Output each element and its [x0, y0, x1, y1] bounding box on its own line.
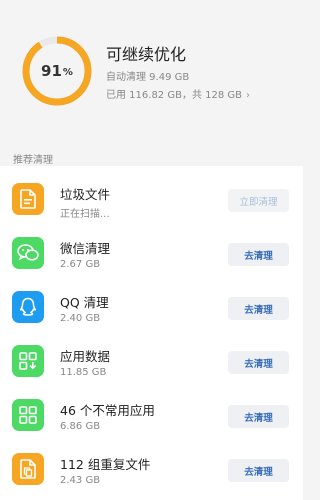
- go-clean-button[interactable]: 去清理: [228, 351, 289, 374]
- apps-grid-icon: [12, 399, 44, 431]
- document-icon: [12, 183, 44, 215]
- auto-clean-text: 自动清理 9.49 GB: [106, 72, 190, 83]
- storage-usage-link[interactable]: 已用 116.82 GB，共 128 GB ›: [106, 86, 250, 101]
- clean-now-button[interactable]: 立即清理: [228, 189, 289, 212]
- item-subtitle: 6.86 GB: [60, 421, 101, 432]
- item-title: QQ 清理: [60, 295, 109, 310]
- item-subtitle: 2.43 GB: [60, 475, 101, 486]
- section-label: 推荐清理: [13, 155, 53, 166]
- recommended-clean-list: 垃圾文件 正在扫描... 立即清理 微信清理 2.67 GB 去清理 QQ 清理…: [0, 166, 303, 500]
- item-subtitle: 2.67 GB: [60, 259, 101, 270]
- storage-usage-text: 已用 116.82 GB，共 128 GB: [106, 90, 243, 101]
- usage-percent-unit: %: [62, 67, 73, 78]
- item-title: 应用数据: [60, 349, 111, 364]
- chevron-right-icon: ›: [246, 90, 251, 101]
- list-item-app-data[interactable]: 应用数据 11.85 GB 去清理: [0, 331, 303, 385]
- item-title: 垃圾文件: [60, 187, 111, 202]
- go-clean-button[interactable]: 去清理: [228, 405, 289, 428]
- wechat-icon: [12, 237, 44, 269]
- list-item-duplicate-files[interactable]: 112 组重复文件 2.43 GB 去清理: [0, 439, 303, 493]
- qq-icon: [12, 291, 44, 323]
- list-item-unused-apps[interactable]: 46 个不常用应用 6.86 GB 去清理: [0, 385, 303, 439]
- storage-header: 91% 可继续优化 自动清理 9.49 GB 已用 116.82 GB，共 12…: [0, 0, 303, 125]
- list-item-wechat-clean[interactable]: 微信清理 2.67 GB 去清理: [0, 223, 303, 277]
- item-subtitle: 2.40 GB: [60, 313, 101, 324]
- list-item-qq-clean[interactable]: QQ 清理 2.40 GB 去清理: [0, 277, 303, 331]
- go-clean-button[interactable]: 去清理: [228, 459, 289, 482]
- item-title: 微信清理: [60, 241, 111, 256]
- go-clean-button[interactable]: 去清理: [228, 297, 289, 320]
- app-data-icon: [12, 345, 44, 377]
- item-title: 46 个不常用应用: [60, 403, 155, 418]
- storage-usage-ring: 91%: [20, 34, 94, 108]
- list-item-junk-files[interactable]: 垃圾文件 正在扫描... 立即清理: [0, 169, 303, 223]
- item-subtitle: 11.85 GB: [60, 367, 107, 378]
- usage-percent-number: 91: [41, 62, 62, 80]
- go-clean-button[interactable]: 去清理: [228, 243, 289, 266]
- item-title: 112 组重复文件: [60, 457, 151, 472]
- item-subtitle: 正在扫描...: [60, 209, 110, 220]
- status-title: 可继续优化: [106, 45, 187, 64]
- duplicate-file-icon: [12, 453, 44, 485]
- usage-percent: 91%: [20, 34, 94, 108]
